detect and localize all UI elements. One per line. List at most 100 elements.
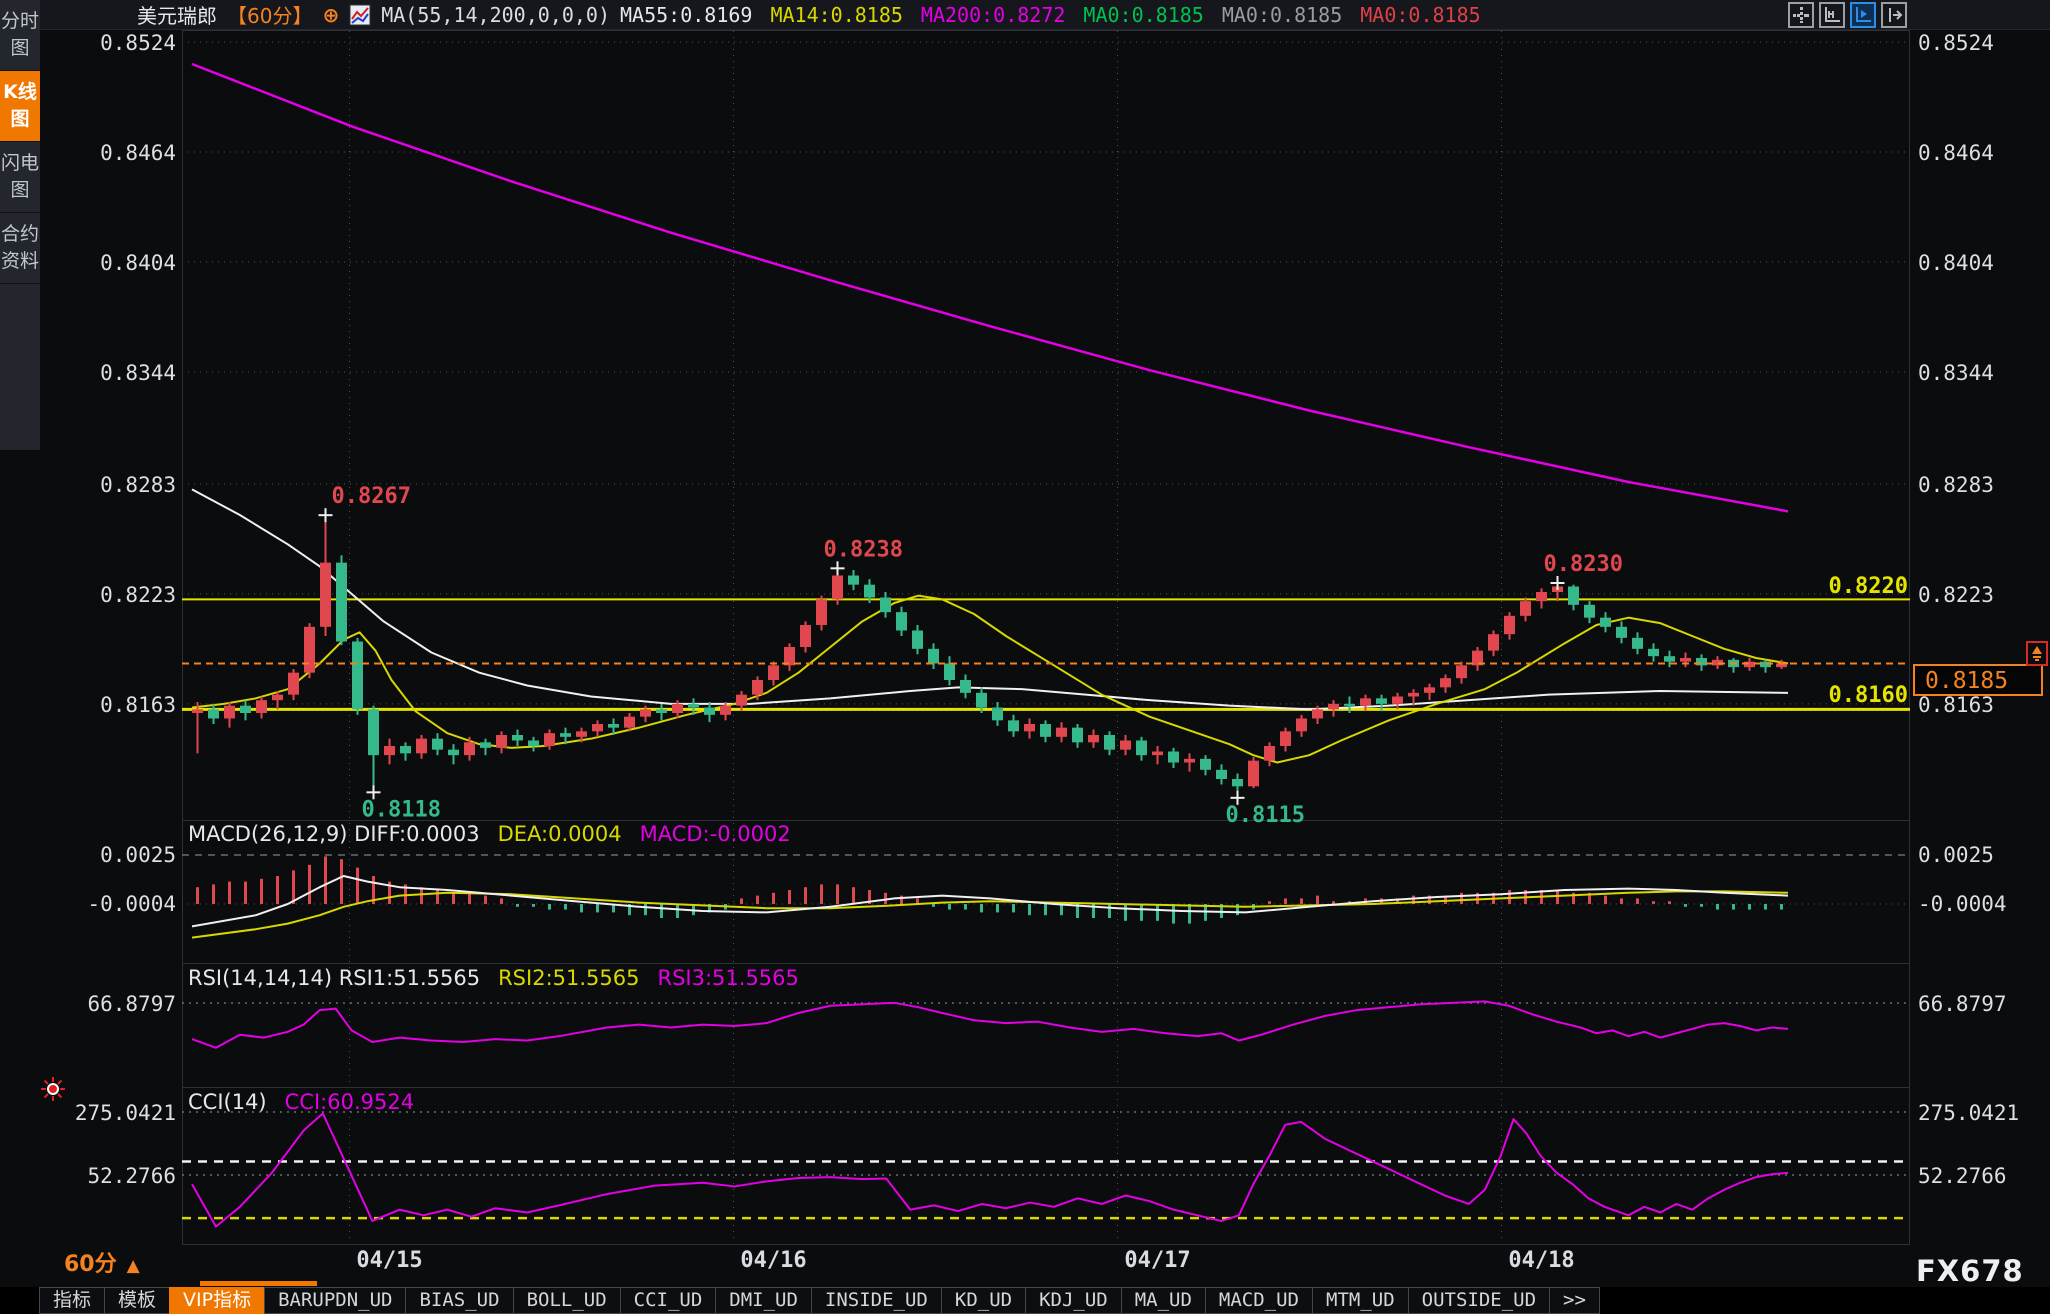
candle-body [1632, 638, 1643, 649]
macd-histogram-bar [484, 896, 487, 904]
macd-histogram-bar [580, 904, 583, 912]
candle-body [640, 709, 651, 716]
price-axis-label-left: 0.8223 [100, 583, 176, 607]
macd-histogram-bar [516, 904, 519, 907]
macd-histogram-bar [1684, 904, 1687, 907]
candle-body [912, 631, 923, 649]
cci-header-part-1: CCI:60.9524 [285, 1090, 414, 1114]
price-axis-label-right: 0.8464 [1918, 141, 1994, 165]
price-axis-label-left: 0.8524 [100, 31, 176, 55]
brand-watermark: FX678 [1916, 1254, 2024, 1288]
candle-body [1312, 709, 1323, 718]
macd-histogram-bar [1108, 904, 1111, 918]
macd-histogram-bar [468, 893, 471, 904]
tab-mtm-ud[interactable]: MTM_UD [1312, 1287, 1409, 1314]
macd-histogram-bar [452, 893, 455, 904]
tab-boll-ud[interactable]: BOLL_UD [513, 1287, 621, 1314]
price-annotation: 0.8118 [362, 797, 441, 822]
tab-macd-ud[interactable]: MACD_UD [1205, 1287, 1313, 1314]
candle-body [624, 717, 635, 728]
candle-body [240, 706, 251, 713]
sidebar-item-contract-info[interactable]: 合约资料 [0, 213, 40, 284]
candle-body [1424, 687, 1435, 693]
tab--[interactable]: 模板 [104, 1287, 170, 1314]
macd-histogram-bar [964, 904, 967, 910]
macd-histogram-bar [1460, 893, 1463, 904]
candle-body [1168, 752, 1179, 763]
tab-kd-ud[interactable]: KD_UD [941, 1287, 1026, 1314]
candle-body [496, 735, 507, 748]
macd-histogram-bar [260, 879, 263, 904]
candle-body [1072, 728, 1083, 743]
period-selector[interactable]: 60分▲ [64, 1246, 140, 1278]
tab-outside-ud[interactable]: OUTSIDE_UD [1408, 1287, 1550, 1314]
macd-histogram-bar [1172, 904, 1175, 924]
price-axis-label-right: 0.8344 [1918, 361, 1994, 385]
sidebar-item-lightning-chart[interactable]: 闪电图 [0, 142, 40, 213]
candle-body [1056, 728, 1067, 737]
macd-histogram-bar [244, 882, 247, 904]
price-axis-label-right: 0.8223 [1918, 583, 1994, 607]
candle-body [432, 739, 443, 750]
candle-body [464, 742, 475, 755]
candle-body [1360, 698, 1371, 705]
candle-body [1264, 746, 1275, 761]
chart-canvas[interactable]: 0.85240.85240.84640.84640.84040.84040.83… [0, 0, 2050, 1314]
macd-histogram-bar [1668, 901, 1671, 904]
sidebar-item-timeshare-chart[interactable]: 分时图 [0, 0, 40, 71]
candle-body [1392, 697, 1403, 704]
tab--[interactable]: 指标 [39, 1287, 105, 1314]
tab-bias-ud[interactable]: BIAS_UD [405, 1287, 513, 1314]
candle-body [1440, 678, 1451, 687]
macd-histogram-bar [1556, 890, 1559, 904]
scrollbar-thumb[interactable] [200, 1281, 317, 1286]
candle-body [320, 563, 331, 627]
tab-barupdn-ud[interactable]: BARUPDN_UD [264, 1287, 406, 1314]
candle-body [1232, 779, 1243, 786]
candle-body [688, 704, 699, 708]
macd-histogram-bar [804, 887, 807, 904]
rsi-axis-label-right: 66.8797 [1918, 992, 2007, 1016]
candle-body [1104, 735, 1115, 750]
tab-kdj-ud[interactable]: KDJ_UD [1025, 1287, 1122, 1314]
tab--[interactable]: >> [1549, 1287, 1600, 1314]
candle-body [928, 649, 939, 664]
candle-body [672, 704, 683, 713]
tab-ma-ud[interactable]: MA_UD [1121, 1287, 1206, 1314]
resistance-price-label: 0.8220 [1822, 574, 1908, 599]
candle-body [1248, 761, 1259, 787]
tab-cci-ud[interactable]: CCI_UD [620, 1287, 717, 1314]
macd-histogram-bar [900, 896, 903, 904]
candle-body [384, 746, 395, 755]
macd-histogram-bar [1044, 904, 1047, 915]
candle-body [304, 627, 315, 673]
macd-histogram-bar [1012, 904, 1015, 912]
tab-dmi-ud[interactable]: DMI_UD [715, 1287, 812, 1314]
candle-body [752, 680, 763, 695]
candle-body [864, 585, 875, 598]
price-alert-icon[interactable] [2026, 641, 2048, 666]
macd-histogram-bar [276, 876, 279, 904]
candle-body [448, 750, 459, 756]
candle-body [1344, 704, 1355, 706]
tab-vip-[interactable]: VIP指标 [169, 1287, 265, 1314]
rsi-line [192, 1001, 1788, 1047]
candle-body [1664, 656, 1675, 662]
candle-body [544, 733, 555, 746]
cci-indicator-header: CCI(14)CCI:60.9524 [188, 1090, 414, 1114]
indicator-tabbar: 指标模板VIP指标BARUPDN_UDBIAS_UDBOLL_UDCCI_UDD… [0, 1287, 2050, 1314]
cci-line [192, 1113, 1788, 1226]
macd-histogram-bar [340, 859, 343, 904]
candle-body [1280, 731, 1291, 746]
macd-histogram-bar [932, 904, 935, 907]
sidebar-item-kline-chart[interactable]: K线图 [0, 71, 40, 142]
candle-body [1152, 752, 1163, 756]
candle-body [1200, 759, 1211, 770]
candle-body [1408, 693, 1419, 697]
candle-body [608, 724, 619, 728]
tab-inside-ud[interactable]: INSIDE_UD [811, 1287, 942, 1314]
candle-body [272, 695, 283, 701]
candle-body [736, 695, 747, 706]
macd-histogram-bar [1716, 904, 1719, 910]
candle-body [512, 735, 523, 741]
